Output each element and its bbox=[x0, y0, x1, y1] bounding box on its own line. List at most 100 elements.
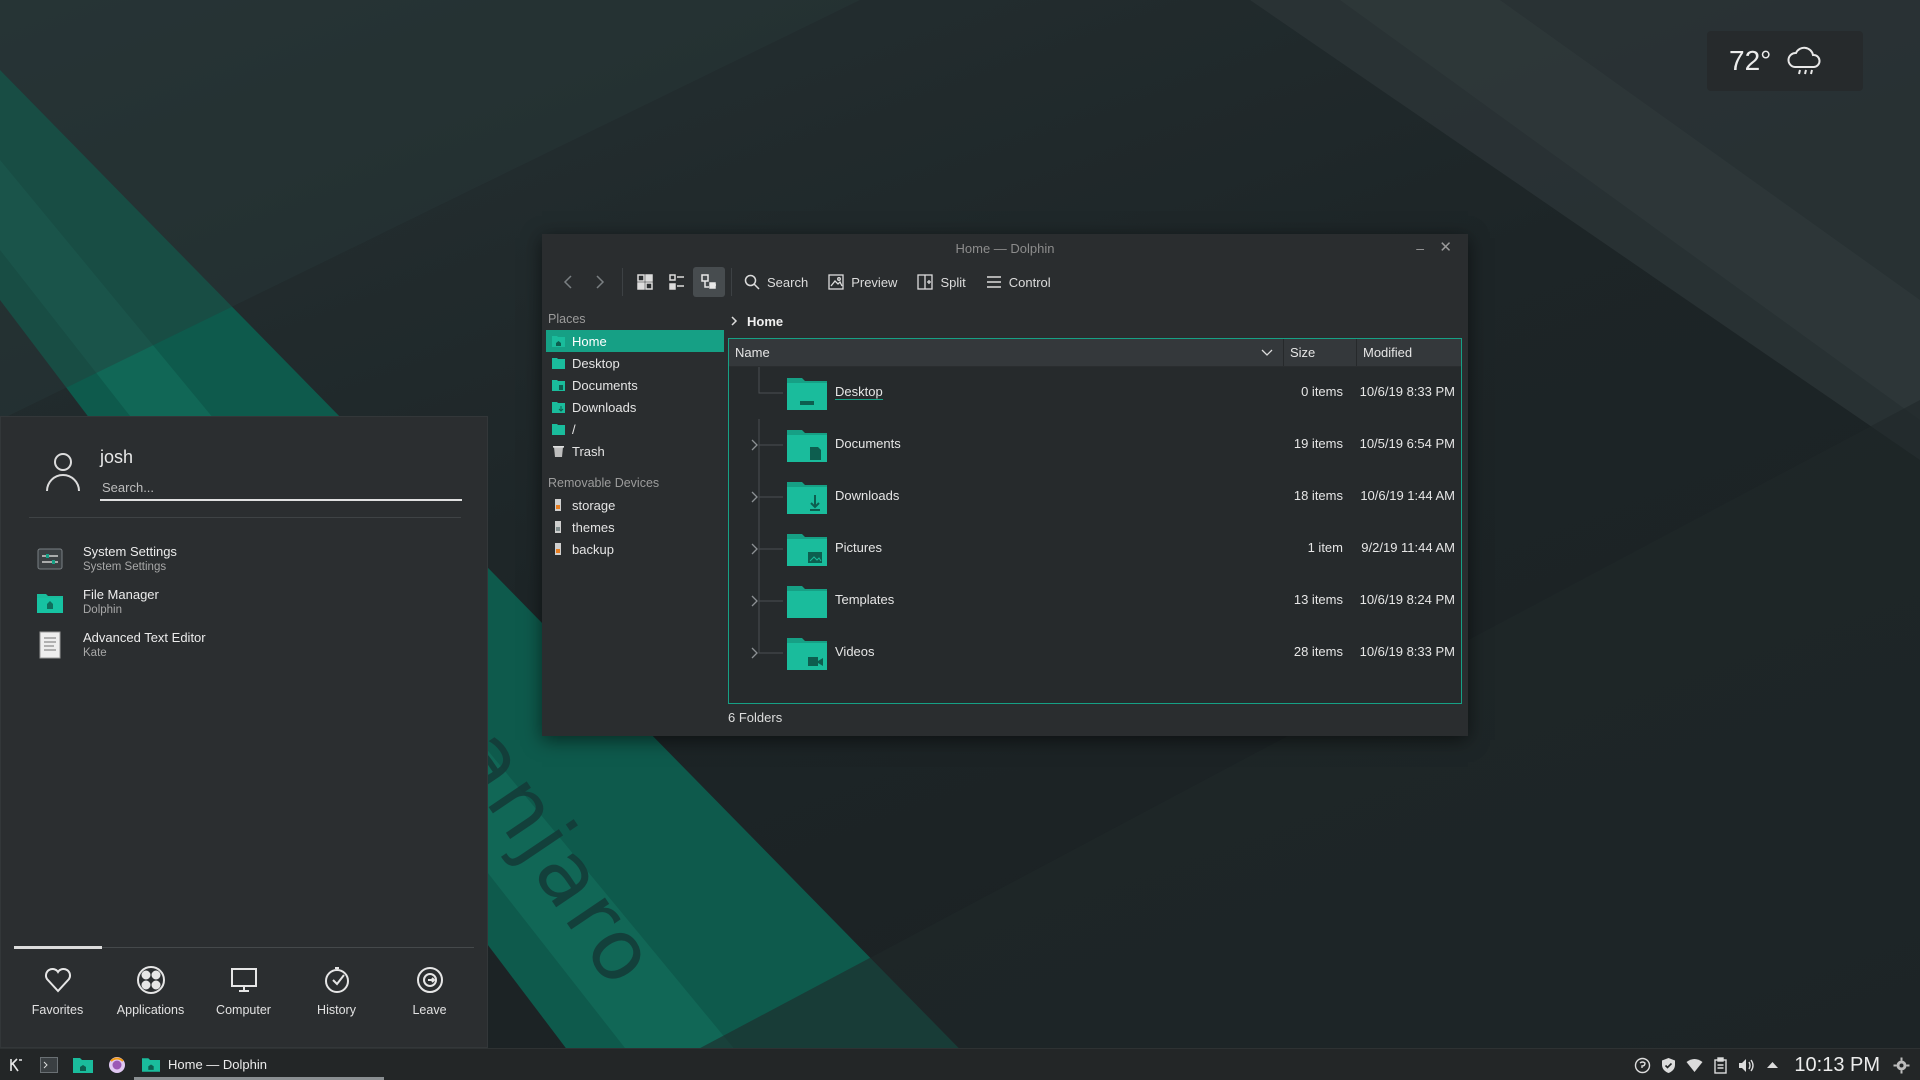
browser-icon bbox=[109, 1056, 125, 1073]
forward-button[interactable] bbox=[584, 267, 616, 297]
terminal-icon bbox=[40, 1056, 58, 1073]
usb-drive-icon bbox=[555, 521, 561, 533]
places-item-label: Trash bbox=[572, 443, 605, 459]
chevron-right-icon bbox=[731, 316, 738, 326]
file-size: 28 items bbox=[1293, 644, 1343, 659]
tab-applications[interactable]: Applications bbox=[104, 965, 197, 1017]
updates-icon[interactable] bbox=[1634, 1057, 1651, 1074]
icons-view-button[interactable] bbox=[629, 267, 661, 297]
file-row-documents[interactable]: Documents 19 items 10/5/19 6:54 PM bbox=[729, 419, 1461, 471]
chevron-up-icon[interactable] bbox=[1764, 1057, 1781, 1074]
file-size: 0 items bbox=[1301, 384, 1343, 399]
browser-launcher[interactable] bbox=[100, 1049, 134, 1080]
places-item-root[interactable]: / bbox=[546, 418, 724, 440]
column-header-size[interactable]: Size bbox=[1284, 339, 1357, 366]
details-view-button[interactable] bbox=[693, 267, 725, 297]
file-modified: 10/6/19 8:33 PM bbox=[1359, 384, 1455, 399]
folder-templates-icon bbox=[787, 586, 827, 618]
file-name: Documents bbox=[835, 436, 901, 451]
user-avatar-icon[interactable] bbox=[43, 449, 83, 493]
volume-icon[interactable] bbox=[1738, 1057, 1755, 1074]
system-tray: 10:13 PM bbox=[1634, 1049, 1920, 1080]
split-button-label: Split bbox=[940, 274, 966, 290]
favorite-subtitle: Dolphin bbox=[83, 604, 122, 616]
column-header-modified[interactable]: Modified bbox=[1357, 339, 1461, 366]
file-row-desktop[interactable]: Desktop 0 items 10/6/19 8:33 PM bbox=[729, 367, 1461, 419]
usb-drive-icon bbox=[555, 499, 561, 511]
back-button[interactable] bbox=[552, 267, 584, 297]
window-titlebar[interactable]: Home — Dolphin – ✕ bbox=[542, 234, 1468, 262]
favorite-subtitle: Kate bbox=[83, 647, 107, 659]
tab-favorites[interactable]: Favorites bbox=[11, 965, 104, 1017]
launcher-tabs: Favorites Applications Computer History … bbox=[11, 965, 476, 1017]
task-dolphin[interactable]: Home — Dolphin bbox=[134, 1049, 384, 1080]
home-folder-icon bbox=[552, 336, 565, 347]
control-button[interactable]: Control bbox=[980, 267, 1057, 297]
places-panel: Places Home Desktop Documents Downloads … bbox=[546, 308, 724, 560]
file-row-templates[interactable]: Templates 13 items 10/6/19 8:24 PM bbox=[729, 575, 1461, 627]
launcher-search-input[interactable] bbox=[100, 475, 462, 501]
places-item-downloads[interactable]: Downloads bbox=[546, 396, 724, 418]
preview-button[interactable]: Preview bbox=[822, 267, 903, 297]
split-button[interactable]: Split bbox=[911, 267, 971, 297]
file-row-pictures[interactable]: Pictures 1 item 9/2/19 11:44 AM bbox=[729, 523, 1461, 575]
search-button[interactable]: Search bbox=[738, 267, 814, 297]
places-item-documents[interactable]: Documents bbox=[546, 374, 724, 396]
file-row-videos[interactable]: Videos 28 items 10/6/19 8:33 PM bbox=[729, 627, 1461, 679]
folder-downloads-icon bbox=[787, 482, 827, 514]
clipboard-icon[interactable] bbox=[1712, 1056, 1729, 1074]
places-item-trash[interactable]: Trash bbox=[546, 440, 724, 462]
usb-drive-icon bbox=[555, 543, 561, 555]
close-icon[interactable]: ✕ bbox=[1439, 238, 1452, 256]
places-item-home[interactable]: Home bbox=[546, 330, 724, 352]
favorites-list: System Settings System Settings File Man… bbox=[35, 537, 465, 666]
file-name: Pictures bbox=[835, 540, 882, 555]
places-item-desktop[interactable]: Desktop bbox=[546, 352, 724, 374]
compact-view-icon bbox=[669, 274, 684, 290]
wifi-icon[interactable] bbox=[1686, 1057, 1703, 1074]
compact-view-button[interactable] bbox=[661, 267, 693, 297]
tab-history[interactable]: History bbox=[290, 965, 383, 1017]
device-item-storage[interactable]: storage bbox=[546, 494, 724, 516]
file-size: 13 items bbox=[1293, 592, 1343, 607]
clock[interactable]: 10:13 PM bbox=[1794, 1054, 1880, 1077]
breadcrumb-home[interactable]: Home bbox=[747, 314, 783, 329]
places-item-label: Documents bbox=[572, 377, 638, 393]
details-view-icon bbox=[701, 274, 716, 289]
tab-leave[interactable]: Leave bbox=[383, 965, 476, 1017]
places-item-label: Downloads bbox=[572, 399, 637, 415]
favorite-title: System Settings bbox=[83, 544, 177, 559]
preview-button-label: Preview bbox=[851, 274, 898, 290]
breadcrumb[interactable]: Home bbox=[730, 310, 783, 332]
tree-branch-line bbox=[758, 471, 783, 523]
minimize-icon[interactable]: – bbox=[1416, 240, 1424, 256]
favorite-system-settings[interactable]: System Settings System Settings bbox=[35, 537, 465, 580]
device-item-backup[interactable]: backup bbox=[546, 538, 724, 560]
favorite-file-manager[interactable]: File Manager Dolphin bbox=[35, 580, 465, 623]
column-header-name[interactable]: Name bbox=[729, 339, 1284, 366]
tab-computer[interactable]: Computer bbox=[197, 965, 290, 1017]
kickoff-launcher-button[interactable] bbox=[0, 1049, 32, 1080]
places-item-label: Desktop bbox=[572, 355, 620, 371]
shield-icon[interactable] bbox=[1660, 1057, 1677, 1074]
file-modified: 10/6/19 8:33 PM bbox=[1359, 644, 1455, 659]
window-title: Home — Dolphin bbox=[955, 241, 1055, 256]
device-item-themes[interactable]: themes bbox=[546, 516, 724, 538]
file-view: Name Size Modified Desktop 0 items 10/6/… bbox=[728, 338, 1462, 704]
places-item-label: / bbox=[572, 421, 576, 437]
task-label: Home — Dolphin bbox=[168, 1057, 267, 1072]
weather-widget[interactable]: 72° bbox=[1707, 31, 1863, 91]
active-tab-indicator bbox=[14, 946, 102, 949]
gear-icon[interactable] bbox=[1893, 1057, 1910, 1074]
tree-branch-line bbox=[758, 367, 783, 394]
file-row-downloads[interactable]: Downloads 18 items 10/6/19 1:44 AM bbox=[729, 471, 1461, 523]
column-name-label: Name bbox=[735, 345, 770, 360]
device-item-label: backup bbox=[572, 541, 614, 557]
favorite-text-editor[interactable]: Advanced Text Editor Kate bbox=[35, 623, 465, 666]
dolphin-window: Home — Dolphin – ✕ Search Preview Split … bbox=[542, 234, 1468, 736]
file-modified: 10/6/19 1:44 AM bbox=[1360, 488, 1455, 503]
toolbar-separator bbox=[622, 268, 623, 296]
terminal-launcher[interactable] bbox=[32, 1049, 66, 1080]
file-manager-launcher[interactable] bbox=[66, 1049, 100, 1080]
folder-desktop-icon bbox=[787, 378, 827, 410]
